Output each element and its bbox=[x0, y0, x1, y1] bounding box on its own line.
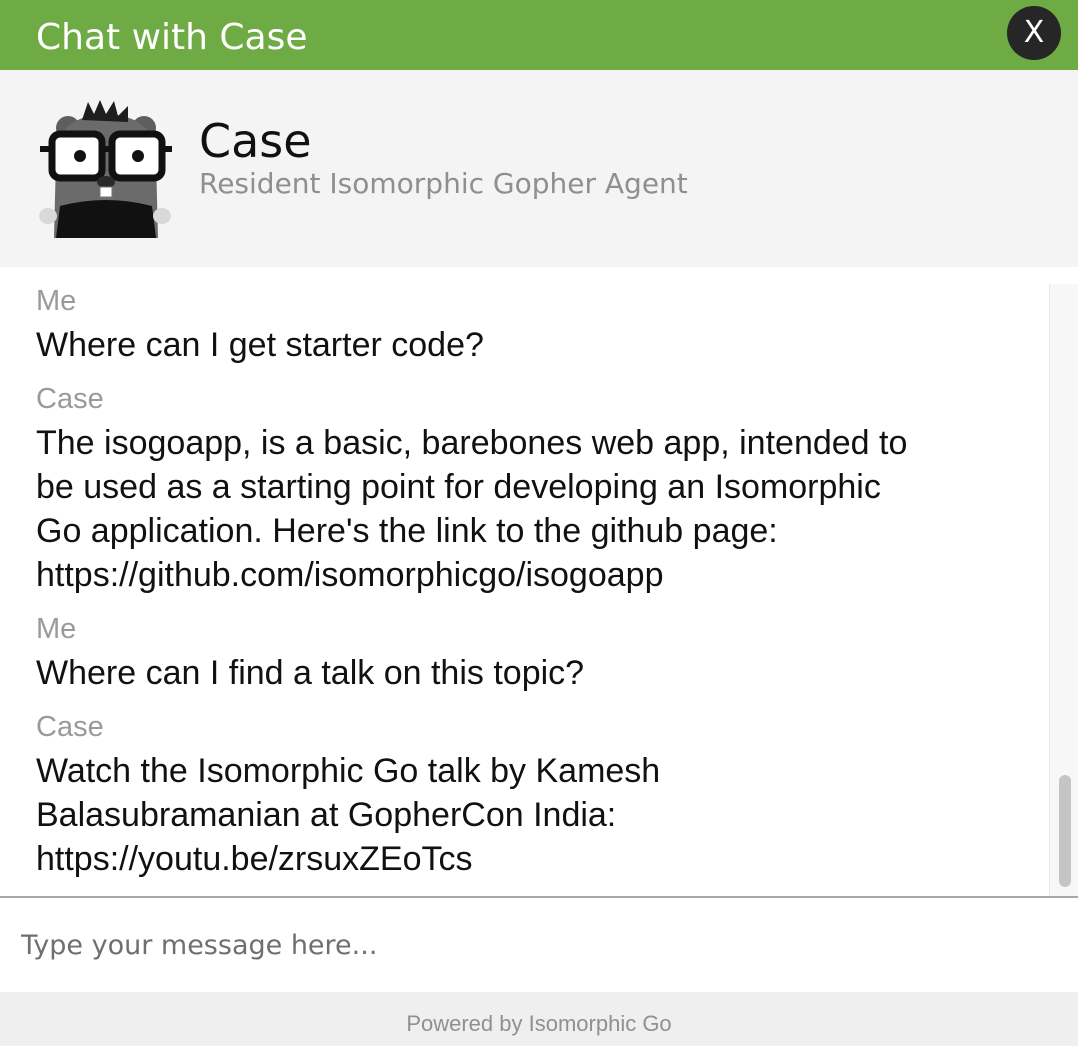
message-line: Balasubramanian at GopherCon India: bbox=[36, 796, 617, 834]
message-text: Where can I get starter code? bbox=[36, 326, 484, 364]
agent-name: Case bbox=[199, 114, 312, 168]
chat-window-title: Chat with Case bbox=[36, 17, 308, 58]
message-sender: Case bbox=[36, 383, 104, 415]
close-button[interactable]: X bbox=[1007, 6, 1061, 60]
message-line: be used as a starting point for developi… bbox=[36, 468, 881, 506]
gopher-avatar-icon bbox=[39, 100, 172, 238]
message-text: Where can I find a talk on this topic? bbox=[36, 654, 585, 692]
footer: Powered by Isomorphic Go bbox=[0, 992, 1078, 1046]
message-sender: Case bbox=[36, 711, 104, 743]
message-scrollbar[interactable] bbox=[1049, 284, 1078, 896]
message-line: Watch the Isomorphic Go talk by Kamesh bbox=[36, 752, 661, 790]
chat-title-bar: Chat with Case X bbox=[0, 0, 1078, 70]
message-text: Watch the Isomorphic Go talk by Kamesh B… bbox=[36, 749, 1036, 881]
message-item: Case Watch the Isomorphic Go talk by Kam… bbox=[36, 711, 1036, 881]
message-text: The isogoapp, is a basic, barebones web … bbox=[36, 421, 1036, 597]
agent-role: Resident Isomorphic Gopher Agent bbox=[199, 167, 688, 200]
agent-header: Case Resident Isomorphic Gopher Agent bbox=[0, 70, 1078, 267]
message-sender: Me bbox=[36, 285, 77, 317]
message-line: https://youtu.be/zrsuxZEoTcs bbox=[36, 840, 473, 878]
message-item: Me Where can I find a talk on this topic… bbox=[36, 613, 1036, 695]
message-line: Go application. Here's the link to the g… bbox=[36, 512, 778, 550]
message-item: Case The isogoapp, is a basic, barebones… bbox=[36, 383, 1036, 597]
scrollbar-thumb[interactable] bbox=[1059, 775, 1071, 887]
message-line: The isogoapp, is a basic, barebones web … bbox=[36, 424, 908, 462]
message-line: https://github.com/isomorphicgo/isogoapp bbox=[36, 556, 664, 594]
message-item: Me Where can I get starter code? bbox=[36, 285, 1036, 367]
message-input[interactable] bbox=[0, 898, 1078, 992]
message-sender: Me bbox=[36, 613, 77, 645]
message-input-area bbox=[0, 898, 1078, 992]
message-list[interactable]: Me Where can I get starter code? Case Th… bbox=[0, 267, 1078, 896]
powered-by-text: Powered by Isomorphic Go bbox=[406, 1011, 672, 1036]
